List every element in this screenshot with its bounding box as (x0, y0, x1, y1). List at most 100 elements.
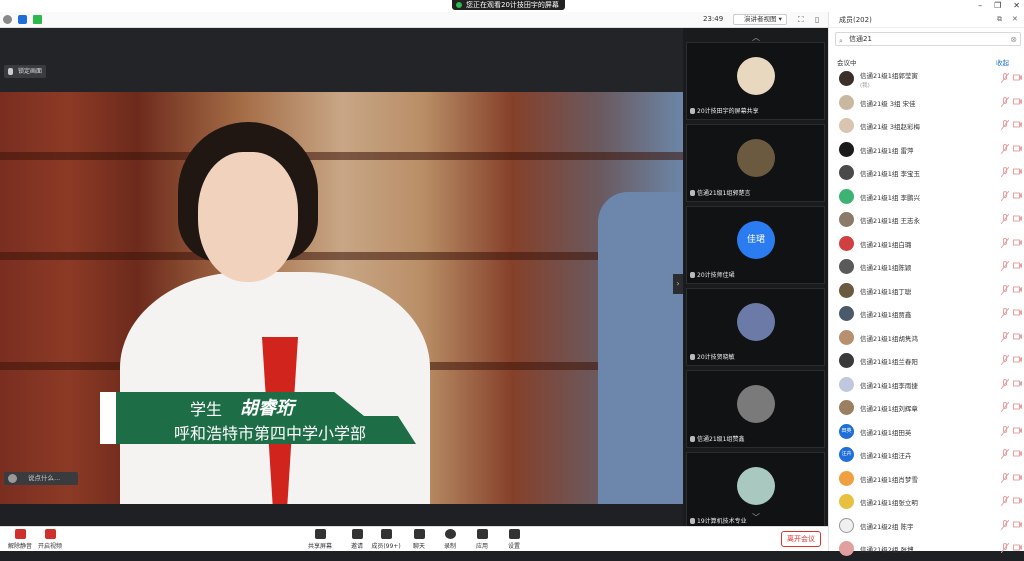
camera-off-icon[interactable] (1013, 427, 1022, 434)
leave-meeting-button[interactable]: 离开会议 (781, 531, 821, 547)
camera-off-icon[interactable] (1013, 521, 1022, 528)
member-row[interactable]: 信通21级1组肖梦雪 (829, 468, 1024, 491)
collapse-section-link[interactable]: 收起 (996, 57, 1009, 67)
camera-off-icon[interactable] (1013, 215, 1022, 222)
participant-thumbnail[interactable]: 20计技田宇的屏幕共享 (686, 42, 825, 120)
muted-mic-icon[interactable] (1000, 237, 1010, 248)
share-screen-button[interactable]: 共享屏幕 (302, 529, 338, 551)
camera-off-icon[interactable] (1013, 474, 1022, 481)
muted-mic-icon[interactable] (1000, 331, 1010, 342)
member-avatar (839, 353, 854, 368)
camera-off-icon[interactable] (1013, 497, 1022, 504)
muted-mic-icon[interactable] (1000, 542, 1010, 554)
camera-off-icon[interactable] (1013, 309, 1022, 316)
member-row[interactable]: 信通21级1组刘辉章 (829, 397, 1024, 420)
camera-off-icon[interactable] (1013, 403, 1022, 410)
fullscreen-icon[interactable]: ⛶ (798, 15, 804, 25)
member-row[interactable]: 信通21级2组 张博 (829, 538, 1024, 561)
muted-mic-icon[interactable] (1000, 284, 1010, 295)
member-row[interactable]: 信通21级 3组赵彩梅 (829, 115, 1024, 138)
member-row[interactable]: 信通21级1组贾鑫 (829, 303, 1024, 326)
camera-off-icon[interactable] (1013, 239, 1022, 246)
member-row[interactable]: 信通21级1组 李鹏兴 (829, 186, 1024, 209)
view-mode-select[interactable]: 演讲者视图 ▾ (733, 14, 787, 25)
close-panel-icon[interactable]: ✕ (1012, 15, 1018, 23)
muted-mic-icon[interactable] (1000, 72, 1010, 84)
muted-mic-icon[interactable] (1000, 495, 1010, 507)
member-avatar (839, 165, 854, 180)
lock-view-button[interactable]: 锁定画面 (4, 65, 47, 78)
security-shield-icon[interactable] (18, 15, 27, 24)
member-row[interactable]: 信通21级1组李雨捷 (829, 374, 1024, 397)
member-row[interactable]: 田英 信通21级1组田英 (829, 421, 1024, 444)
muted-mic-icon[interactable] (1000, 448, 1010, 460)
participant-thumbnail[interactable]: 信通21级1组赞鑫 (686, 370, 825, 448)
camera-off-icon[interactable] (1013, 121, 1022, 128)
camera-off-icon[interactable] (1013, 333, 1022, 340)
muted-mic-icon[interactable] (1000, 96, 1010, 107)
participant-thumbnail[interactable]: 佳珺 20计技师佳珺 (686, 206, 825, 284)
camera-off-icon[interactable] (1013, 145, 1022, 152)
member-row[interactable]: 汪卉 信通21级1组汪卉 (829, 444, 1024, 467)
camera-off-icon[interactable] (1013, 450, 1022, 457)
member-search-input[interactable]: ⌕ 信通21 ⊗ (835, 32, 1021, 46)
participant-thumbnail[interactable]: 20计技贺晓敏 (686, 288, 825, 366)
muted-mic-icon[interactable] (1000, 472, 1010, 483)
muted-mic-icon[interactable] (1000, 213, 1010, 225)
camera-off-icon[interactable] (1013, 262, 1022, 269)
camera-off-icon[interactable] (1013, 286, 1022, 293)
restore-button[interactable]: ❐ (994, 0, 1001, 11)
muted-mic-icon[interactable] (1000, 519, 1010, 530)
muted-mic-icon[interactable] (1000, 354, 1010, 366)
member-row[interactable]: 信通21级1组 王志永 (829, 209, 1024, 232)
clear-search-icon[interactable]: ⊗ (1010, 34, 1017, 46)
emoji-icon[interactable] (8, 474, 17, 483)
member-row[interactable]: 信通21级1组胡隽鸿 (829, 327, 1024, 350)
scroll-down-icon[interactable]: ﹀ (752, 512, 760, 523)
camera-off-icon[interactable] (1013, 74, 1022, 81)
minimize-button[interactable]: – (978, 0, 982, 11)
muted-mic-icon[interactable] (1000, 119, 1010, 131)
network-signal-icon[interactable] (33, 15, 42, 24)
member-row[interactable]: 信通21级1组郭莹寅 (我) (829, 68, 1024, 91)
muted-mic-icon[interactable] (1000, 307, 1010, 319)
collapse-thumbnails-button[interactable]: › (673, 274, 683, 294)
camera-off-icon[interactable] (1013, 98, 1022, 105)
apps-label: 应用 (475, 543, 488, 550)
apps-button[interactable]: 应用 (464, 529, 500, 551)
member-row[interactable]: 信通21级1组丁聪 (829, 280, 1024, 303)
member-row[interactable]: 信通21级1组张立明 (829, 491, 1024, 514)
muted-mic-icon[interactable] (1000, 378, 1010, 389)
camera-off-icon[interactable] (1013, 380, 1022, 387)
chat-input[interactable]: 说点什么... (4, 472, 78, 485)
participant-avatar (737, 303, 775, 341)
record-button[interactable]: 录制 (432, 529, 468, 551)
close-window-button[interactable]: ✕ (1013, 0, 1020, 11)
member-avatar (839, 235, 854, 251)
camera-off-icon[interactable] (1013, 192, 1022, 199)
settings-button[interactable]: 设置 (496, 529, 532, 551)
layout-toggle-icon[interactable]: ▯ (815, 15, 819, 24)
muted-mic-icon[interactable] (1000, 425, 1010, 436)
muted-mic-icon[interactable] (1000, 401, 1010, 413)
member-row[interactable]: 信通21级2组 陈宇 (829, 515, 1024, 538)
participant-thumbnail[interactable]: 信通21级1组郭楚言 (686, 124, 825, 202)
member-row[interactable]: 信通21级1组陈颖 (829, 256, 1024, 279)
popout-icon[interactable]: ⧉ (997, 15, 1002, 24)
member-row[interactable]: 信通21级1组白璐 (829, 233, 1024, 256)
member-row[interactable]: 信通21级1组 雷萍 (829, 139, 1024, 162)
info-icon[interactable] (3, 15, 12, 24)
member-avatar: 汪卉 (839, 447, 854, 462)
muted-mic-icon[interactable] (1000, 260, 1010, 272)
muted-mic-icon[interactable] (1000, 190, 1010, 201)
muted-mic-icon[interactable] (1000, 143, 1010, 154)
muted-mic-icon[interactable] (1000, 166, 1010, 178)
members-button[interactable]: 成员(99+) (368, 529, 404, 551)
member-row[interactable]: 信通21级 3组 宋佳 (829, 92, 1024, 115)
member-row[interactable]: 信通21级1组兰春阳 (829, 350, 1024, 373)
camera-off-icon[interactable] (1013, 544, 1022, 551)
camera-off-icon[interactable] (1013, 356, 1022, 363)
camera-off-icon[interactable] (1013, 168, 1022, 175)
start-video-button[interactable]: 开启视频 (32, 529, 68, 551)
member-row[interactable]: 信通21级1组 李宝玉 (829, 162, 1024, 185)
